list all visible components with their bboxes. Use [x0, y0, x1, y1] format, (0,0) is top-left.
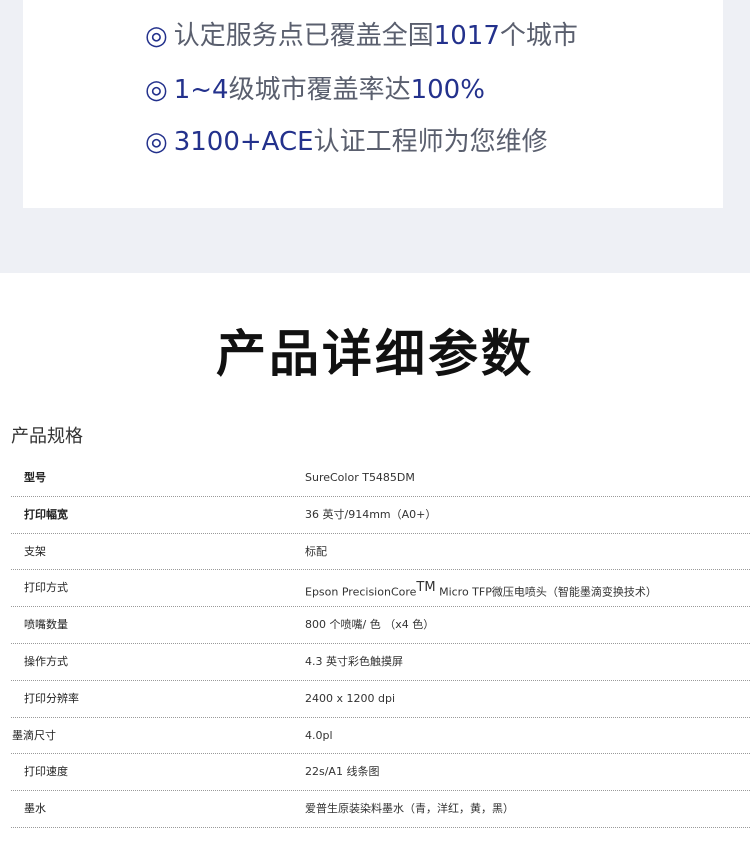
spec-key: 打印方式 [24, 581, 68, 595]
spec-key: 打印幅宽 [24, 507, 68, 521]
spec-table: 型号 SureColor T5485DM 打印幅宽 36 英寸/914mm（A0… [11, 460, 750, 828]
spec-key: 型号 [24, 471, 46, 484]
service-engineer-line: ◎ 3100+ACE认证工程师为您维修 [145, 127, 548, 157]
double-circle-icon: ◎ [145, 21, 168, 51]
spec-value: 爱普生原装染料墨水（青，洋红，黄，黑） [305, 802, 514, 816]
double-circle-icon: ◎ [145, 127, 168, 157]
spec-key: 操作方式 [24, 654, 68, 668]
spec-key: 墨水 [24, 802, 46, 816]
spec-key: 喷嘴数量 [24, 618, 68, 632]
table-row: 支架 标配 [11, 534, 750, 571]
section-title: 产品详细参数 [216, 325, 534, 383]
table-row: 操作方式 4.3 英寸彩色触摸屏 [11, 644, 750, 681]
table-row: 型号 SureColor T5485DM [11, 460, 750, 497]
spec-value: SureColor T5485DM [305, 471, 415, 484]
spec-value: 4.3 英寸彩色触摸屏 [305, 654, 403, 668]
spec-heading: 产品规格 [11, 426, 83, 447]
service-card: ◎ 认定服务点已覆盖全国1017个城市 ◎ 1~4级城市覆盖率达100% ◎ 3100… [23, 0, 723, 208]
double-circle-icon: ◎ [145, 75, 168, 105]
table-row: 打印方式 Epson PrecisionCoreTM Micro TFP微压电喷… [11, 570, 750, 608]
spec-value: 4.0pl [305, 728, 333, 742]
spec-value: Epson PrecisionCoreTM Micro TFP微压电喷头（智能墨… [305, 580, 657, 600]
table-row: 墨水 爱普生原装染料墨水（青，洋红，黄，黑） [11, 791, 750, 828]
table-row: 打印速度 22s/A1 线条图 [11, 754, 750, 792]
spec-value: 800 个喷嘴/ 色 （x4 色） [305, 618, 435, 632]
spec-key: 支架 [24, 544, 46, 558]
spec-key: 打印速度 [24, 765, 68, 779]
spec-value: 22s/A1 线条图 [305, 765, 380, 779]
service-coverage-line: ◎ 认定服务点已覆盖全国1017个城市 [145, 21, 578, 51]
spec-value: 2400 x 1200 dpi [305, 691, 396, 705]
spec-value: 标配 [305, 544, 327, 558]
spec-key: 打印分辨率 [24, 691, 79, 705]
table-row: 打印分辨率 2400 x 1200 dpi [11, 681, 750, 718]
table-row: 打印幅宽 36 英寸/914mm（A0+） [11, 497, 750, 534]
spec-value: 36 英寸/914mm（A0+） [305, 507, 437, 521]
table-row: 喷嘴数量 800 个喷嘴/ 色 （x4 色） [11, 607, 750, 644]
service-rate-line: ◎ 1~4级城市覆盖率达100% [145, 75, 485, 105]
spec-key: 墨滴尺寸 [12, 728, 56, 742]
table-row: 墨滴尺寸 4.0pl [11, 718, 750, 755]
